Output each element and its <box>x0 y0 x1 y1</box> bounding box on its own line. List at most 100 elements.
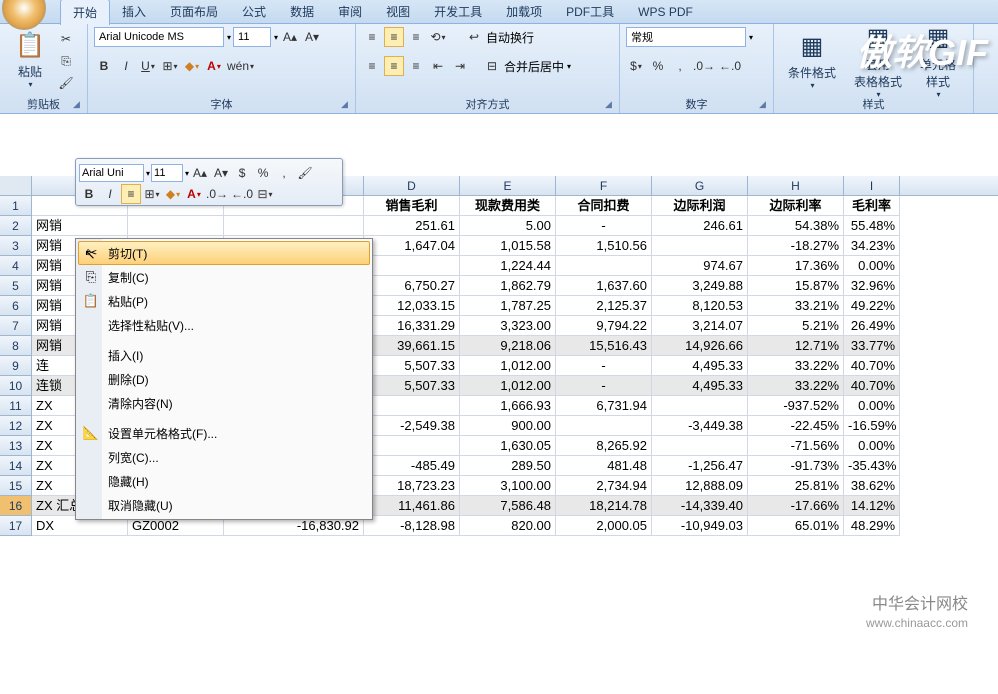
mini-incdec[interactable]: .0→ <box>205 184 229 204</box>
currency-icon[interactable]: $▾ <box>626 56 646 76</box>
underline-button[interactable]: U▾ <box>138 56 158 76</box>
mini-painter-icon[interactable]: 🖌 <box>295 163 315 183</box>
tab-review[interactable]: 审阅 <box>326 0 374 24</box>
font-launcher[interactable]: ◢ <box>341 99 353 111</box>
ctx-paste[interactable]: 📋粘贴(P) <box>78 289 370 313</box>
watermark-school: 中华会计网校 <box>872 590 968 614</box>
mini-shrink-icon[interactable]: A▾ <box>211 163 231 183</box>
indent-inc-icon[interactable]: ⇥ <box>450 56 470 76</box>
tab-formula[interactable]: 公式 <box>230 0 278 24</box>
align-left-icon[interactable]: ≡ <box>362 56 382 76</box>
paste-icon: 📋 <box>82 293 100 309</box>
align-mid-icon[interactable]: ≡ <box>384 27 404 47</box>
shrink-font-icon[interactable]: A▾ <box>302 27 322 47</box>
cond-format-icon: ▦ <box>796 30 828 62</box>
fill-color-button[interactable]: ◆▾ <box>182 56 202 76</box>
tab-insert[interactable]: 插入 <box>110 0 158 24</box>
format-icon: 📐 <box>82 425 100 441</box>
tab-view[interactable]: 视图 <box>374 0 422 24</box>
grow-font-icon[interactable]: A▴ <box>280 27 300 47</box>
mini-percent-icon[interactable]: % <box>253 163 273 183</box>
ctx-copy[interactable]: ⎘复制(C) <box>78 265 370 289</box>
orientation-icon[interactable]: ⟲▾ <box>428 27 448 47</box>
mini-merge[interactable]: ⊟▾ <box>255 184 275 204</box>
align-center-icon[interactable]: ≡ <box>384 56 404 76</box>
dec-decimal-icon[interactable]: ←.0 <box>718 56 742 76</box>
mini-border[interactable]: ⊞▾ <box>142 184 162 204</box>
align-launcher[interactable]: ◢ <box>605 99 617 111</box>
group-align: 对齐方式 <box>356 96 619 112</box>
italic-button[interactable]: I <box>116 56 136 76</box>
tab-layout[interactable]: 页面布局 <box>158 0 230 24</box>
tab-wpspdf[interactable]: WPS PDF <box>626 1 705 23</box>
ctx-unhide[interactable]: 取消隐藏(U) <box>78 493 370 517</box>
merge-icon: ⊟ <box>482 56 502 76</box>
fontsize-select[interactable] <box>233 27 271 47</box>
col-header-F[interactable]: F <box>556 176 652 195</box>
align-top-icon[interactable]: ≡ <box>362 27 382 47</box>
merge-button[interactable]: 合并后居中 <box>504 58 564 75</box>
ctx-cut[interactable]: ✂剪切(T) <box>78 241 370 265</box>
ctx-column-width[interactable]: 列宽(C)... <box>78 445 370 469</box>
ctx-delete[interactable]: 删除(D) <box>78 367 370 391</box>
cut-icon[interactable]: ✂ <box>56 29 76 49</box>
border-button[interactable]: ⊞▾ <box>160 56 180 76</box>
col-header-D[interactable]: D <box>364 176 460 195</box>
wrap-button[interactable]: 自动换行 <box>486 29 534 46</box>
tab-dev[interactable]: 开发工具 <box>422 0 494 24</box>
clipboard-launcher[interactable]: ◢ <box>73 99 85 111</box>
group-font: 字体 <box>88 96 355 112</box>
comma-icon[interactable]: , <box>670 56 690 76</box>
col-header-E[interactable]: E <box>460 176 556 195</box>
align-bot-icon[interactable]: ≡ <box>406 27 426 47</box>
select-all-button[interactable] <box>0 176 32 196</box>
cursor-icon: ↖ <box>84 246 96 263</box>
watermark-logo: 傲软GIF <box>856 24 988 76</box>
ctx-hide[interactable]: 隐藏(H) <box>78 469 370 493</box>
align-right-icon[interactable]: ≡ <box>406 56 426 76</box>
number-format-select[interactable] <box>626 27 746 47</box>
mini-grow-icon[interactable]: A▴ <box>190 163 210 183</box>
mini-size-select[interactable] <box>151 164 183 182</box>
tab-pdf[interactable]: PDF工具 <box>554 0 626 24</box>
wrap-icon: ↩ <box>464 27 484 47</box>
row-headers[interactable]: 1234567891011121314151617 <box>0 196 32 536</box>
mini-comma-icon[interactable]: , <box>274 163 294 183</box>
bold-button[interactable]: B <box>94 56 114 76</box>
ribbon: 📋 粘贴 ▾ ✂ ⎘ 🖌 剪贴板 ◢ ▾ ▾ A▴ A▾ B I U▾ ⊞▾ <box>0 24 998 114</box>
col-header-G[interactable]: G <box>652 176 748 195</box>
phonetic-button[interactable]: wén▾ <box>226 56 255 76</box>
mini-fontcolor[interactable]: A▾ <box>184 184 204 204</box>
tab-home[interactable]: 开始 <box>60 0 110 25</box>
number-launcher[interactable]: ◢ <box>759 99 771 111</box>
mini-bold[interactable]: B <box>79 184 99 204</box>
paste-icon: 📋 <box>14 29 46 61</box>
mini-font-select[interactable] <box>79 164 144 182</box>
copy-icon[interactable]: ⎘ <box>56 51 76 71</box>
col-header-I[interactable]: I <box>844 176 900 195</box>
col-header-H[interactable]: H <box>748 176 844 195</box>
mini-fill[interactable]: ◆▾ <box>163 184 183 204</box>
ctx-clear[interactable]: 清除内容(N) <box>78 391 370 415</box>
tab-data[interactable]: 数据 <box>278 0 326 24</box>
tab-addin[interactable]: 加载项 <box>494 0 554 24</box>
watermark-url: www.chinaacc.com <box>866 616 968 630</box>
mini-toolbar: ▾ ▾ A▴ A▾ $ % , 🖌 B I ≡ ⊞▾ ◆▾ A▾ .0→ ←.0… <box>75 158 343 206</box>
inc-decimal-icon[interactable]: .0→ <box>692 56 716 76</box>
percent-icon[interactable]: % <box>648 56 668 76</box>
cond-format-button[interactable]: ▦条件格式▾ <box>780 28 844 92</box>
copy-icon: ⎘ <box>82 269 100 285</box>
mini-decdec[interactable]: ←.0 <box>230 184 254 204</box>
format-painter-icon[interactable]: 🖌 <box>56 73 76 93</box>
ctx-paste-special[interactable]: 选择性粘贴(V)... <box>78 313 370 337</box>
mini-currency-icon[interactable]: $ <box>232 163 252 183</box>
mini-center[interactable]: ≡ <box>121 184 141 204</box>
ctx-insert[interactable]: 插入(I) <box>78 343 370 367</box>
mini-italic[interactable]: I <box>100 184 120 204</box>
paste-label: 粘贴 <box>18 63 42 80</box>
font-color-button[interactable]: A▾ <box>204 56 224 76</box>
paste-button[interactable]: 📋 粘贴 ▾ <box>6 27 54 91</box>
font-select[interactable] <box>94 27 224 47</box>
ctx-format-cells[interactable]: 📐设置单元格格式(F)... <box>78 421 370 445</box>
indent-dec-icon[interactable]: ⇤ <box>428 56 448 76</box>
